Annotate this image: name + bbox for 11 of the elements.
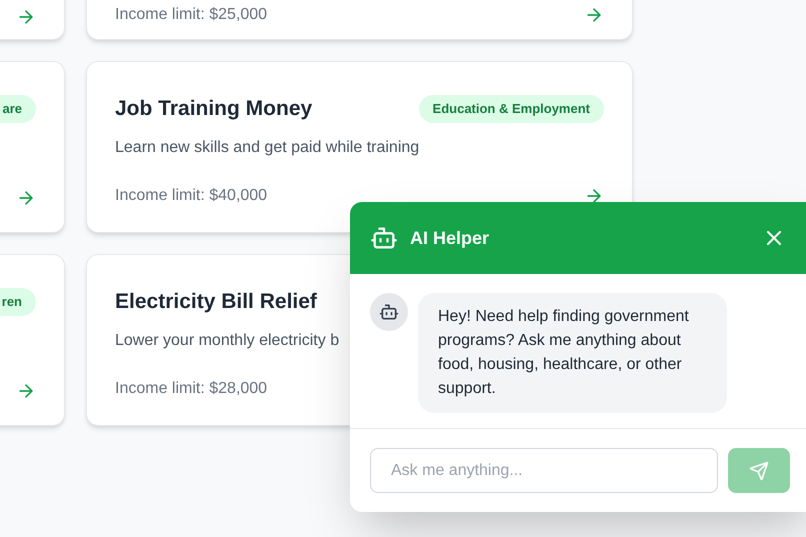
program-description: Learn new skills and get paid while training — [115, 138, 420, 158]
program-title: Job Training Money — [115, 96, 312, 122]
income-limit: Income limit: $40,000 — [115, 186, 268, 206]
income-limit: Income limit: $28,000 — [115, 379, 268, 399]
category-tag: are — [0, 95, 36, 123]
program-title: Electricity Bill Relief — [115, 289, 317, 316]
category-tag: ren — [0, 288, 36, 316]
program-description: Lower your monthly electricity b — [115, 331, 340, 351]
chat-message: Hey! Need help finding government programs? Ask me anything about food, housing, healthcare, or other support. — [418, 293, 727, 413]
income-limit: Income limit: $25,000 — [115, 5, 268, 25]
category-tag: Education & Employment — [418, 95, 604, 123]
